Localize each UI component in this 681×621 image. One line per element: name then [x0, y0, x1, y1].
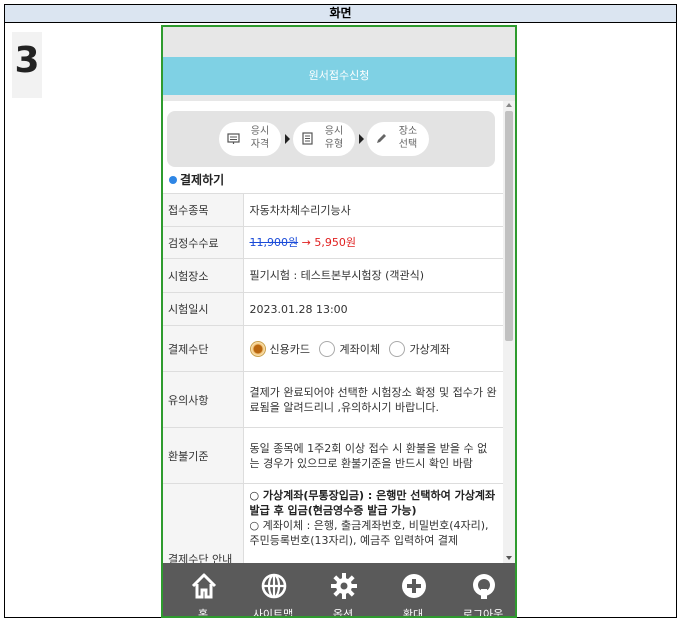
bullet-icon	[169, 176, 177, 184]
guide-virtual-account: ○ 가상계좌(무통장입금) : 은행만 선택하여 가상계좌 발급 후 입금(현금…	[249, 489, 496, 517]
payment-options: 신용카드 계좌이체 가상계좌	[243, 325, 503, 372]
row-value: 동일 종목에 1주2회 이상 접수 시 환불을 받을 수 없는 경우가 있으므로…	[243, 427, 503, 484]
payment-option-transfer[interactable]: 계좌이체	[319, 340, 380, 357]
payment-info-table: 접수종목 자동차차체수리기능사 검정수수료 11,900원 → 5,950원 시…	[163, 193, 503, 563]
id-card-icon	[227, 133, 240, 144]
row-value: 결제가 완료되어야 선택한 시험장소 확정 및 접수가 완료됨을 알려드리니 ,…	[243, 371, 503, 428]
table-row: 유의사항 결제가 완료되어야 선택한 시험장소 확정 및 접수가 완료됨을 알려…	[163, 371, 503, 428]
row-value: 2023.01.28 13:00	[243, 292, 503, 326]
tab-label: 홈	[197, 608, 209, 618]
tab-label: 로그아웃	[462, 608, 504, 618]
table-row: 시험장소 필기시험 : 테스트본부시험장 (객관식)	[163, 258, 503, 293]
payment-option-virtual[interactable]: 가상계좌	[389, 340, 450, 357]
scroll-up-icon[interactable]	[506, 103, 512, 107]
step-label: 응시 유형	[324, 126, 344, 150]
guide-transfer: ○ 계좌이체 : 은행, 출금계좌번호, 비밀번호(4자리), 주민등록번호(1…	[249, 519, 489, 547]
option-label: 가상계좌	[409, 342, 450, 356]
table-row: 검정수수료 11,900원 → 5,950원	[163, 226, 503, 259]
row-value: 필기시험 : 테스트본부시험장 (객관식)	[243, 258, 503, 293]
guide-value: ○ 가상계좌(무통장입금) : 은행만 선택하여 가상계좌 발급 후 입금(현금…	[243, 483, 503, 563]
header-strip	[163, 101, 503, 107]
table-row: 결제수단 신용카드 계좌이체 가상계좌	[163, 325, 503, 372]
fee-value: 11,900원 → 5,950원	[243, 226, 503, 259]
document-header: 화면	[5, 5, 676, 23]
table-row: 접수종목 자동차차체수리기능사	[163, 193, 503, 227]
option-label: 신용카드	[269, 342, 310, 356]
home-icon	[191, 573, 217, 599]
row-label: 검정수수료	[163, 226, 244, 259]
globe-icon	[261, 573, 287, 599]
step-type[interactable]: 응시 유형	[293, 122, 355, 156]
step-arrow-icon	[285, 134, 290, 144]
row-label: 결제수단 안내	[163, 483, 244, 563]
document-icon	[302, 132, 313, 145]
content-area: 응시 자격 응시 유형 장소 선택 결제하기 접수종목 자동차차체수리기능사 검…	[163, 101, 503, 563]
row-label: 결제수단	[163, 325, 244, 372]
fee-arrow: →	[301, 236, 311, 249]
step-venue[interactable]: 장소 선택	[367, 122, 429, 156]
table-row: 결제수단 안내 ○ 가상계좌(무통장입금) : 은행만 선택하여 가상계좌 발급…	[163, 483, 503, 563]
table-row: 환불기준 동일 종목에 1주2회 이상 접수 시 환불을 받을 수 없는 경우가…	[163, 427, 503, 484]
tab-label: 확대	[402, 608, 424, 618]
step-qualification[interactable]: 응시 자격	[219, 122, 281, 156]
plus-circle-icon	[402, 574, 426, 598]
row-label: 시험장소	[163, 258, 244, 293]
tab-options[interactable]: 옵션	[313, 563, 373, 618]
step-number: 3	[12, 32, 42, 98]
radio-button[interactable]	[389, 340, 406, 357]
row-label: 시험일시	[163, 292, 244, 326]
row-label: 접수종목	[163, 193, 244, 227]
table-row: 시험일시 2023.01.28 13:00	[163, 292, 503, 326]
step-label: 응시 자격	[250, 126, 270, 150]
section-title-text: 결제하기	[180, 173, 225, 187]
phone-screen: 원서접수신청 응시 자격 응시 유형 장소 선택 결제하기 접수종목 자동차차체…	[161, 25, 517, 618]
option-label: 계좌이체	[339, 342, 380, 356]
fee-discounted: 5,950원	[314, 236, 356, 249]
scroll-down-icon[interactable]	[506, 556, 512, 560]
tab-label: 옵션	[332, 608, 354, 618]
payment-option-card[interactable]: 신용카드	[249, 340, 310, 357]
tab-sitemap[interactable]: 사이트맵	[243, 563, 303, 618]
row-label: 유의사항	[163, 371, 244, 428]
tab-label: 사이트맵	[252, 608, 294, 618]
row-label: 환불기준	[163, 427, 244, 484]
radio-button[interactable]	[319, 340, 336, 357]
fee-original: 11,900원	[249, 236, 299, 249]
scroll-thumb[interactable]	[505, 111, 513, 341]
app-title: 원서접수신청	[163, 57, 515, 95]
scrollbar[interactable]	[503, 101, 515, 563]
step-arrow-icon	[359, 134, 364, 144]
tab-zoom[interactable]: 확대	[383, 563, 443, 618]
step-indicator: 응시 자격 응시 유형 장소 선택	[167, 111, 495, 167]
pencil-icon	[377, 134, 386, 143]
gear-icon	[331, 573, 357, 599]
tab-home[interactable]: 홈	[173, 563, 233, 618]
tab-logout[interactable]: 로그아웃	[453, 563, 513, 618]
status-bar	[163, 27, 515, 57]
logout-icon	[473, 574, 495, 599]
step-label: 장소 선택	[398, 126, 418, 150]
row-value: 자동차차체수리기능사	[243, 193, 503, 227]
radio-button[interactable]	[249, 340, 266, 357]
bottom-tabbar: 홈 사이트맵 옵션 확대 로그아웃	[163, 563, 515, 618]
section-title: 결제하기	[163, 167, 503, 193]
